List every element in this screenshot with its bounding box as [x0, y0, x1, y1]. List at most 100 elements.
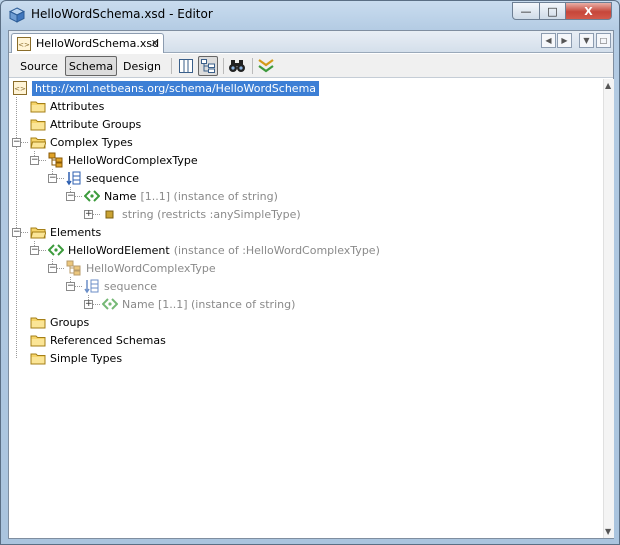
folder-open-icon: [30, 137, 46, 149]
maximize-button[interactable]: □: [540, 2, 566, 20]
complex-type-icon: [66, 260, 81, 276]
schema-tree: <> http://xml.netbeans.org/schema/HelloW…: [9, 79, 603, 538]
collapse-hello-word-element-toggle[interactable]: −: [30, 246, 39, 255]
node-label: string (restricts :anySimpleType): [122, 207, 301, 221]
editor-pane: <> HelloWordSchema.xsd x ◀ ▶ ▼ □ Source …: [8, 30, 614, 539]
node-label: Elements: [50, 225, 102, 239]
tree-root-label: http://xml.netbeans.org/schema/HelloWord…: [32, 80, 320, 96]
toolbar-separator: [171, 58, 172, 74]
toolbar-separator: [223, 58, 224, 74]
node-detail: (instance of :HelloWordComplexType): [173, 243, 380, 257]
collapse-sequence-toggle[interactable]: −: [48, 174, 57, 183]
tree-node-sequence[interactable]: sequence: [66, 169, 139, 187]
tree-node-attributes[interactable]: Attributes: [30, 97, 104, 115]
node-label: sequence: [86, 171, 140, 185]
tree-node-element-sequence[interactable]: sequence: [84, 277, 157, 295]
folder-icon: [30, 353, 46, 365]
xsd-file-icon: <>: [17, 36, 31, 51]
element-icon: [48, 244, 64, 256]
tree-node-name-element[interactable]: Name [1..1] (instance of string): [84, 187, 278, 205]
tree-node-referenced-schemas[interactable]: Referenced Schemas: [30, 331, 166, 349]
xsd-schema-icon: <>: [13, 81, 27, 95]
folder-icon: [30, 101, 46, 113]
source-view-button[interactable]: Source: [14, 56, 64, 76]
design-view-button[interactable]: Design: [120, 56, 164, 76]
element-icon: [102, 298, 118, 310]
maximize-editor-button[interactable]: □: [596, 33, 611, 48]
validate-button[interactable]: [256, 56, 276, 76]
simple-type-icon: [105, 210, 114, 219]
node-label: Complex Types: [50, 135, 133, 149]
app-cube-icon: [9, 7, 25, 23]
collapse-complex-types-toggle[interactable]: −: [12, 138, 21, 147]
collapse-element-type-toggle[interactable]: −: [48, 264, 57, 273]
tree-node-hello-word-complex-type[interactable]: HelloWordComplexType: [48, 151, 198, 169]
find-button[interactable]: [227, 56, 247, 76]
binoculars-icon: [229, 60, 245, 72]
close-window-button[interactable]: X: [566, 2, 612, 20]
expand-element-name-toggle[interactable]: +: [84, 300, 93, 309]
maximize-window-icon: □: [599, 36, 608, 45]
element-icon: [84, 190, 100, 202]
node-label: Referenced Schemas: [50, 333, 166, 347]
tree-node-element-name[interactable]: Name [1..1] (instance of string): [102, 295, 295, 313]
sequence-icon: [66, 171, 81, 186]
editor-toolbar: Source Schema Design: [9, 54, 613, 78]
tree-node-simple-types[interactable]: Simple Types: [30, 349, 122, 367]
tree-view-button[interactable]: [198, 56, 218, 76]
scroll-up-icon[interactable]: ▲: [605, 81, 611, 90]
collapse-name-element-toggle[interactable]: −: [66, 192, 75, 201]
minimize-icon: —: [520, 4, 532, 18]
node-label: Simple Types: [50, 351, 123, 365]
title-bar[interactable]: HelloWordSchema.xsd - Editor — □ X: [1, 1, 619, 29]
toolbar-separator: [252, 58, 253, 74]
node-label: HelloWordElement: [68, 243, 170, 257]
scroll-tabs-right-button[interactable]: ▶: [557, 33, 572, 48]
chevron-right-icon: ▶: [561, 36, 568, 45]
node-label: HelloWordComplexType: [68, 153, 198, 167]
tree-view-icon: [201, 59, 215, 73]
tab-label: HelloWordSchema.xsd: [36, 37, 160, 50]
tree-node-groups[interactable]: Groups: [30, 313, 89, 331]
collapse-elements-toggle[interactable]: −: [12, 228, 21, 237]
tree-node-elements[interactable]: Elements: [30, 223, 101, 241]
sequence-icon: [84, 279, 99, 294]
node-label: Name [1..1] (instance of string): [122, 297, 296, 311]
tree-node-element-complex-type[interactable]: HelloWordComplexType: [66, 259, 216, 277]
tree-node-attribute-groups[interactable]: Attribute Groups: [30, 115, 141, 133]
window-title: HelloWordSchema.xsd - Editor: [31, 7, 213, 21]
scroll-down-icon[interactable]: ▼: [605, 527, 611, 536]
validate-chevrons-icon: [258, 59, 274, 73]
collapse-complex-type-toggle[interactable]: −: [30, 156, 39, 165]
maximize-icon: □: [547, 4, 558, 18]
tab-hellowordschema[interactable]: <> HelloWordSchema.xsd x: [11, 33, 164, 53]
node-detail: [1..1] (instance of string): [140, 189, 278, 203]
node-label: sequence: [104, 279, 158, 293]
close-icon: X: [584, 4, 593, 18]
tree-root-node[interactable]: <> http://xml.netbeans.org/schema/HelloW…: [12, 79, 320, 97]
tree-node-string-type[interactable]: string (restricts :anySimpleType): [102, 205, 301, 223]
column-view-button[interactable]: [176, 56, 196, 76]
folder-open-icon: [30, 227, 46, 239]
tab-list-button[interactable]: ▼: [579, 33, 594, 48]
node-label: Attributes: [50, 99, 105, 113]
tree-node-hello-word-element[interactable]: HelloWordElement (instance of :HelloWord…: [48, 241, 380, 259]
svg-text:<>: <>: [18, 41, 30, 49]
folder-icon: [30, 335, 46, 347]
schema-view-button[interactable]: Schema: [65, 56, 117, 76]
scroll-tabs-left-button[interactable]: ◀: [541, 33, 556, 48]
editor-window: HelloWordSchema.xsd - Editor — □ X <> He…: [0, 0, 620, 545]
minimize-button[interactable]: —: [512, 2, 540, 20]
collapse-element-sequence-toggle[interactable]: −: [66, 282, 75, 291]
node-label: Groups: [50, 315, 90, 329]
tab-close-icon[interactable]: x: [151, 36, 158, 49]
node-label: Attribute Groups: [50, 117, 142, 131]
node-label: Name: [104, 189, 137, 203]
tree-node-complex-types[interactable]: Complex Types: [30, 133, 133, 151]
folder-icon: [30, 119, 46, 131]
chevron-left-icon: ◀: [545, 36, 552, 45]
svg-text:<>: <>: [14, 85, 26, 93]
expand-string-toggle[interactable]: +: [84, 210, 93, 219]
vertical-scrollbar[interactable]: ▲ ▼: [603, 79, 614, 538]
node-label: HelloWordComplexType: [86, 261, 216, 275]
